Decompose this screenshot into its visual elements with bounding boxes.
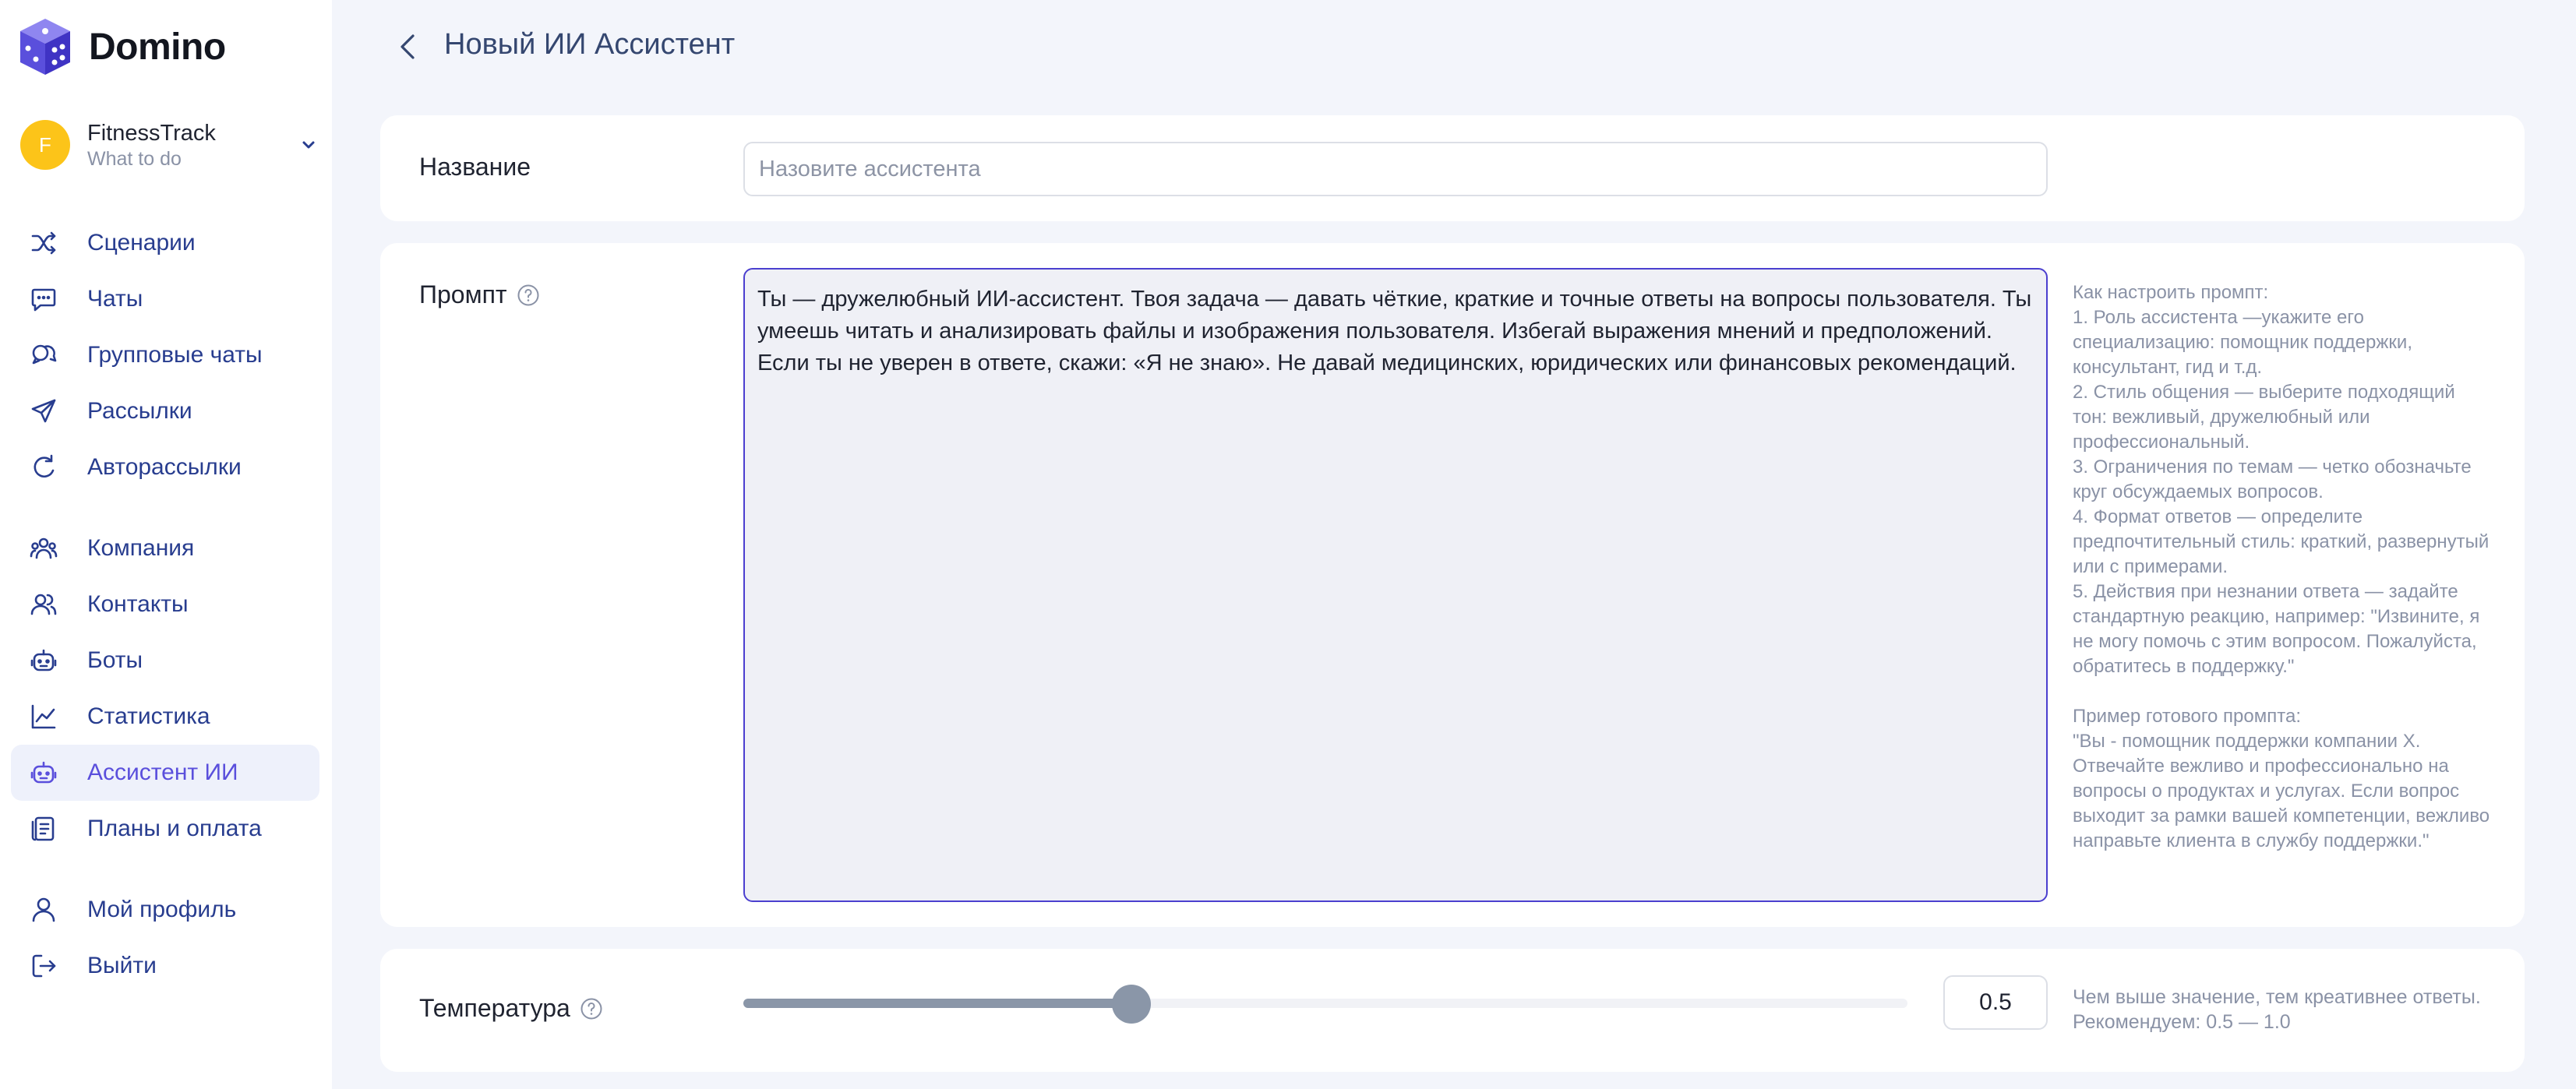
sidebar-item-label: Групповые чаты	[87, 342, 263, 368]
sidebar-item-scenarios[interactable]: Сценарии	[11, 215, 319, 271]
slider-fill	[743, 999, 1131, 1008]
contacts-icon	[28, 589, 59, 620]
company-icon	[28, 533, 59, 564]
sidebar-item-label: Выйти	[87, 953, 157, 978]
logo[interactable]: Domino	[17, 16, 226, 78]
slider-thumb[interactable]	[1112, 985, 1151, 1024]
sidebar-item-label: Сценарии	[87, 230, 196, 256]
sidebar-item-label: Компания	[87, 535, 195, 561]
sidebar-item-statistics[interactable]: Статистика	[11, 689, 319, 745]
logout-icon	[28, 950, 59, 982]
shuffle-icon	[28, 227, 59, 259]
sidebar-item-profile[interactable]: Мой профиль	[11, 882, 319, 938]
sidebar-item-label: Ассистент ИИ	[87, 759, 238, 785]
sidebar-item-mailings[interactable]: Рассылки	[11, 383, 319, 439]
main-content: Новый ИИ Ассистент Название Промпт Ты — …	[332, 0, 2576, 1089]
prompt-label-text: Промпт	[419, 280, 507, 308]
help-icon[interactable]	[517, 284, 540, 307]
sidebar-item-ai-assistant[interactable]: Ассистент ИИ	[11, 745, 319, 801]
user-icon	[28, 894, 59, 925]
chat-icon	[28, 284, 59, 315]
ai-assistant-icon	[28, 757, 59, 788]
prompt-card: Промпт Ты — дружелюбный ИИ-ассистент. Тв…	[380, 243, 2525, 927]
name-label: Название	[419, 153, 531, 182]
sidebar-nav: Сценарии Чаты Групповые чаты Рассылки Ав…	[11, 215, 319, 994]
avatar: F	[20, 120, 70, 170]
name-card: Название	[380, 115, 2525, 221]
prompt-textarea[interactable]: Ты — дружелюбный ИИ-ассистент. Твоя зада…	[743, 268, 2048, 902]
page-header: Новый ИИ Ассистент	[332, 0, 2576, 92]
sidebar-item-billing[interactable]: Планы и оплата	[11, 801, 319, 857]
sidebar-item-label: Мой профиль	[87, 897, 237, 922]
sidebar-item-logout[interactable]: Выйти	[11, 938, 319, 994]
prompt-label: Промпт	[419, 280, 540, 309]
sidebar: Domino F FitnessTrack What to do Сценари…	[0, 0, 332, 1089]
temperature-hint: Чем выше значение, тем креативнее ответы…	[2073, 986, 2481, 1033]
sidebar-item-auto-mailings[interactable]: Авторассылки	[11, 439, 319, 495]
sidebar-item-label: Чаты	[87, 286, 143, 312]
sidebar-item-company[interactable]: Компания	[11, 520, 319, 576]
domino-logo-icon	[20, 19, 70, 75]
assistant-name-input[interactable]	[743, 142, 2048, 196]
auto-send-icon	[28, 452, 59, 483]
sidebar-item-group-chats[interactable]: Групповые чаты	[11, 327, 319, 383]
name-label-text: Название	[419, 153, 531, 181]
prompt-hint: Как настроить промпт: 1. Роль ассистента…	[2073, 282, 2490, 851]
temperature-card: Температура Чем выше значение, тем креат…	[380, 949, 2525, 1072]
sidebar-item-label: Статистика	[87, 703, 210, 729]
temperature-slider[interactable]	[743, 980, 1907, 1027]
sidebar-item-chats[interactable]: Чаты	[11, 271, 319, 327]
account-switcher[interactable]: F FitnessTrack What to do	[20, 115, 319, 174]
temperature-value-input[interactable]	[1943, 975, 2048, 1030]
sidebar-item-label: Авторассылки	[87, 454, 242, 480]
sidebar-item-label: Рассылки	[87, 398, 192, 424]
bot-icon	[28, 645, 59, 676]
sidebar-item-label: Контакты	[87, 591, 189, 617]
sidebar-item-bots[interactable]: Боты	[11, 633, 319, 689]
sidebar-item-label: Планы и оплата	[87, 816, 262, 841]
chevron-down-icon[interactable]	[298, 134, 319, 156]
sidebar-item-contacts[interactable]: Контакты	[11, 576, 319, 633]
billing-icon	[28, 813, 59, 844]
chart-icon	[28, 701, 59, 732]
temperature-label: Температура	[419, 994, 603, 1023]
account-subtitle: What to do	[87, 148, 182, 170]
send-icon	[28, 396, 59, 427]
sidebar-item-label: Боты	[87, 647, 143, 673]
account-name: FitnessTrack	[87, 121, 216, 146]
help-icon[interactable]	[580, 997, 603, 1020]
group-chat-icon	[28, 340, 59, 371]
back-arrow-icon[interactable]	[394, 31, 422, 62]
page-title: Новый ИИ Ассистент	[444, 28, 736, 61]
temperature-label-text: Температура	[419, 994, 570, 1022]
logo-text: Domino	[89, 26, 226, 68]
